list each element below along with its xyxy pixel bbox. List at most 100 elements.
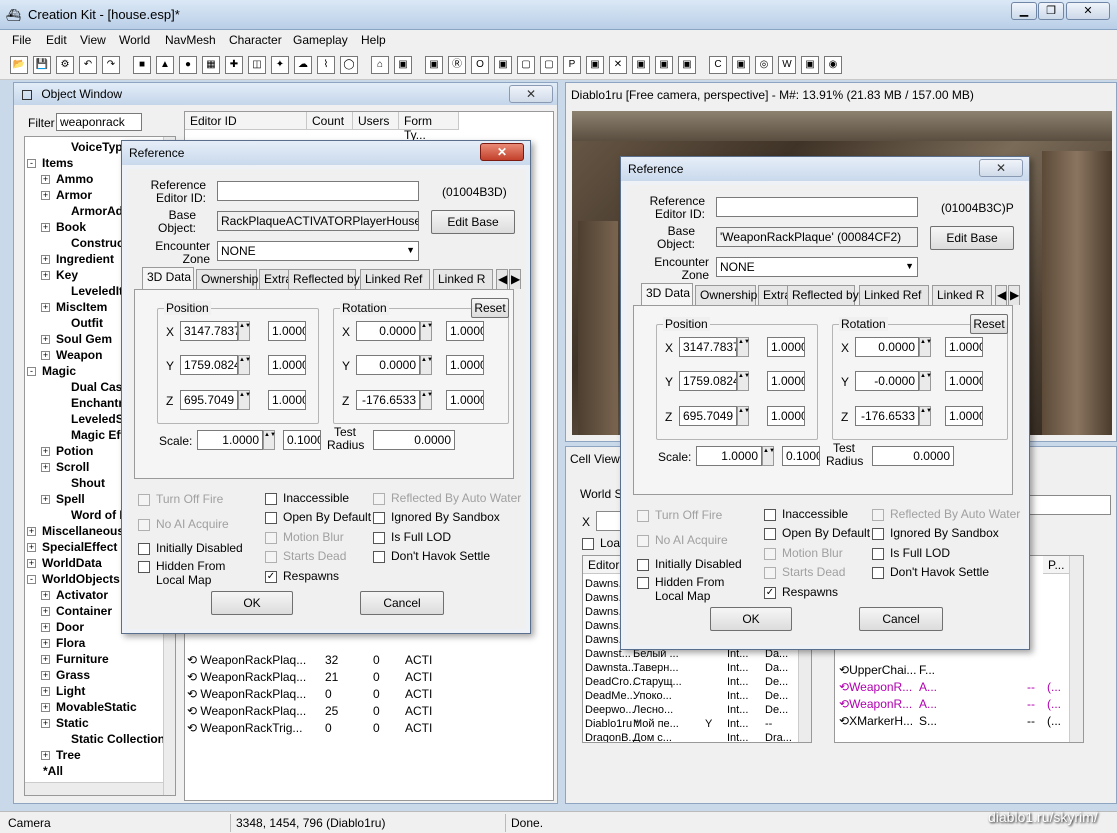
initially-disabled-checkbox[interactable]: Initially Disabled — [637, 557, 742, 571]
position-x-spinner[interactable]: ▲▼ — [238, 321, 251, 341]
save-icon[interactable]: 💾 — [33, 56, 51, 74]
position-x-step[interactable]: 1.0000 — [767, 337, 805, 357]
reference-editor-id-input[interactable] — [217, 181, 419, 201]
navmesh-icon[interactable]: ⌂ — [371, 56, 389, 74]
cell-row-value[interactable]: Дом с... — [633, 730, 672, 742]
render-icon[interactable]: ■ — [133, 56, 151, 74]
rotation-z-step[interactable]: 1.0000 — [945, 406, 983, 426]
tree-item[interactable]: + Spell — [41, 491, 85, 507]
expand-icon[interactable]: + — [41, 591, 50, 601]
tree-item[interactable]: + SpecialEffect — [27, 539, 117, 555]
rotation-x-input[interactable]: 0.0000 — [356, 321, 420, 341]
row-editor-id[interactable]: ⟲ WeaponRackPlaq... — [187, 669, 306, 685]
tab-3d-data[interactable]: 3D Data — [641, 283, 693, 305]
material-icon[interactable]: ◫ — [248, 56, 266, 74]
tab-reflected-by[interactable]: Reflected by — [787, 285, 859, 305]
tree-item[interactable]: VoiceType — [55, 139, 129, 155]
havok-icon[interactable]: ✚ — [225, 56, 243, 74]
encounter-zone-select[interactable]: NONE ▼ — [217, 241, 419, 261]
cell-row-value[interactable]: Dra... — [765, 730, 792, 742]
filter-input[interactable]: weaponrack — [56, 113, 142, 131]
chevron-down-icon[interactable]: ▼ — [406, 245, 415, 255]
dont-havok-settle-checkbox[interactable]: Don't Havok Settle — [373, 549, 490, 563]
tree-item[interactable]: + Tree — [41, 747, 81, 763]
position-z-spinner[interactable]: ▲▼ — [737, 406, 750, 426]
tab-linked-ref[interactable]: Linked Ref — [859, 285, 929, 305]
tree-item[interactable]: - Magic — [27, 363, 76, 379]
p-icon[interactable]: P — [563, 56, 581, 74]
expand-icon[interactable]: + — [41, 335, 50, 345]
dialog-2-close-button[interactable]: ✕ — [979, 159, 1023, 177]
expand-icon[interactable]: + — [41, 639, 50, 649]
expand-icon[interactable]: + — [41, 607, 50, 617]
edit-base-button[interactable]: Edit Base — [431, 210, 515, 234]
position-z-input[interactable]: 695.7049 — [180, 390, 238, 410]
tree-item[interactable]: + Book — [41, 219, 86, 235]
tree-item[interactable]: + Potion — [41, 443, 93, 459]
encounter-zone-select[interactable]: NONE ▼ — [716, 257, 918, 277]
tree-item[interactable]: + Door — [41, 619, 84, 635]
tree-item[interactable]: + Ammo — [41, 171, 93, 187]
position-x-input[interactable]: 3147.7837 — [679, 337, 737, 357]
square-icon[interactable]: ▣ — [586, 56, 604, 74]
expand-icon[interactable]: + — [41, 495, 50, 505]
row-count[interactable]: 0 — [325, 720, 332, 736]
cell-object-a[interactable]: A... — [919, 679, 937, 695]
cell-object-c[interactable]: (... — [1047, 713, 1061, 729]
scale-spinner[interactable]: ▲▼ — [762, 446, 775, 466]
speech-icon[interactable]: ◯ — [340, 56, 358, 74]
cell-row-value[interactable]: Int... — [727, 730, 748, 742]
scale-step[interactable]: 0.1000 — [782, 446, 820, 466]
cube-icon[interactable]: ▣ — [394, 56, 412, 74]
position-z-step[interactable]: 1.0000 — [268, 390, 306, 410]
position-z-input[interactable]: 695.7049 — [679, 406, 737, 426]
landscape-icon[interactable]: ▦ — [202, 56, 220, 74]
expand-icon[interactable]: + — [41, 687, 50, 697]
tree-item[interactable]: *All — [27, 763, 63, 779]
rotation-y-spinner[interactable]: ▲▼ — [919, 371, 932, 391]
cell-object-b[interactable]: -- — [1027, 696, 1035, 712]
respawns-checkbox[interactable]: ✓ Respawns — [265, 569, 339, 583]
menu-navmesh[interactable]: NavMesh — [165, 33, 216, 47]
position-y-input[interactable]: 1759.0824 — [180, 355, 238, 375]
expand-icon[interactable]: + — [41, 703, 50, 713]
column-editor-id[interactable]: Editor ID — [185, 112, 307, 130]
cell-object-name[interactable]: ⟲UpperChai... — [839, 662, 916, 678]
row-count[interactable]: 25 — [325, 703, 338, 719]
row-editor-id[interactable]: ⟲ WeaponRackPlaq... — [187, 703, 306, 719]
expand-icon[interactable]: + — [41, 255, 50, 265]
tree-item[interactable]: + Container — [41, 603, 112, 619]
tree-item[interactable]: + MiscItem — [41, 299, 107, 315]
light-icon[interactable]: ✦ — [271, 56, 289, 74]
expand-icon[interactable]: + — [41, 351, 50, 361]
rotation-x-step[interactable]: 1.0000 — [446, 321, 484, 341]
row-count[interactable]: 32 — [325, 652, 338, 668]
tree-item[interactable]: - WorldObjects — [27, 571, 120, 587]
tree-item[interactable]: + Soul Gem — [41, 331, 112, 347]
position-x-spinner[interactable]: ▲▼ — [737, 337, 750, 357]
rotation-x-spinner[interactable]: ▲▼ — [919, 337, 932, 357]
tree-item[interactable]: + Activator — [41, 587, 108, 603]
row-editor-id[interactable]: ⟲ WeaponRackPlaq... — [187, 686, 306, 702]
rotation-y-input[interactable]: 0.0000 — [356, 355, 420, 375]
expand-icon[interactable]: + — [27, 543, 36, 553]
hidden-from-local-map-checkbox[interactable]: Hidden From Local Map — [138, 559, 225, 587]
square-icon[interactable]: ▢ — [517, 56, 535, 74]
cell-row-value[interactable]: DragonB... — [585, 730, 638, 742]
cell-object-c[interactable]: (... — [1047, 679, 1061, 695]
scale-step[interactable]: 0.1000 — [283, 430, 321, 450]
position-x-input[interactable]: 3147.7837 — [180, 321, 238, 341]
collapse-icon[interactable]: - — [27, 575, 36, 585]
ignored-by-sandbox-checkbox[interactable]: Ignored By Sandbox — [872, 526, 999, 540]
menu-character[interactable]: Character — [229, 33, 282, 47]
tree-item[interactable]: + Scroll — [41, 459, 89, 475]
expand-icon[interactable]: + — [41, 447, 50, 457]
tree-item[interactable]: + Flora — [41, 635, 85, 651]
position-y-input[interactable]: 1759.0824 — [679, 371, 737, 391]
square-icon[interactable]: ▢ — [540, 56, 558, 74]
column-count[interactable]: Count — [307, 112, 353, 130]
cell-object-c[interactable]: (... — [1047, 696, 1061, 712]
row-form-type[interactable]: ACTI — [405, 686, 432, 702]
position-y-step[interactable]: 1.0000 — [268, 355, 306, 375]
tab-linked-r[interactable]: Linked R — [433, 269, 493, 289]
